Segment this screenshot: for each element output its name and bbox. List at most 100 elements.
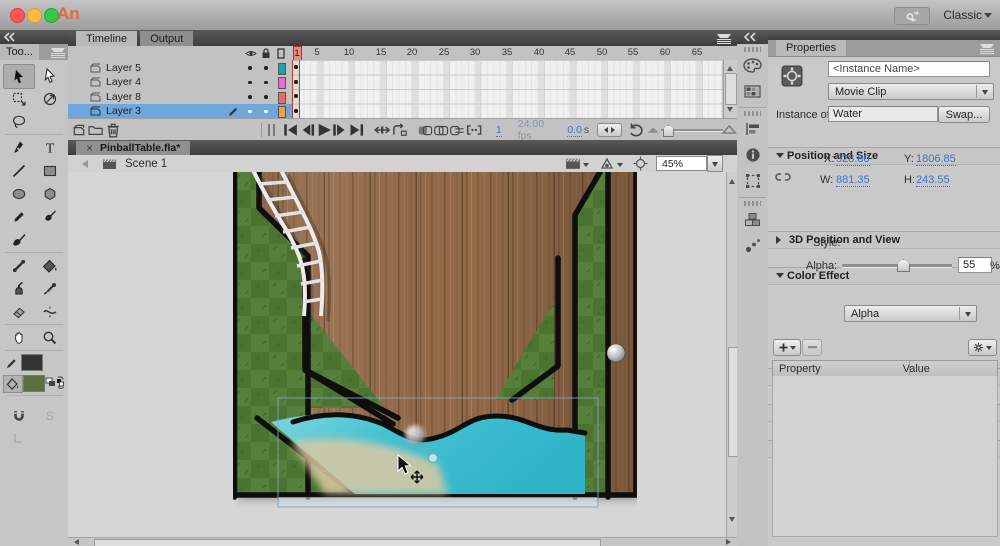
elapsed-time-readout[interactable]: 0.0 [567, 124, 582, 137]
slider-thumb[interactable] [663, 125, 674, 137]
y-value[interactable]: 1806.85 [916, 153, 956, 166]
subselection-tool[interactable] [35, 64, 65, 87]
scroll-thumb[interactable] [725, 73, 737, 105]
new-folder-button[interactable] [88, 122, 104, 138]
scroll-down-arrow-icon[interactable] [729, 517, 735, 525]
instance-name-input[interactable]: <Instance Name> [828, 61, 990, 77]
swap-default-colors-icons[interactable] [45, 376, 65, 392]
fill-color-swatch[interactable] [23, 375, 45, 392]
keyframe-dot[interactable] [294, 65, 298, 69]
close-window-button[interactable] [10, 8, 25, 23]
layer-row[interactable]: Layer 8 [68, 90, 292, 105]
scroll-up-arrow-icon[interactable] [727, 63, 733, 71]
layer-row[interactable]: Layer 4 [68, 75, 292, 90]
gradient-transform-tool[interactable] [34, 87, 65, 110]
tools-panel-collapse-bar[interactable] [0, 30, 68, 44]
show-all-layers-as-outlines-icon[interactable] [277, 48, 285, 59]
symbol-type-select[interactable]: Movie Clip [828, 83, 994, 100]
new-layer-button[interactable] [72, 122, 88, 138]
eyedropper-tool[interactable] [34, 277, 65, 300]
rectangle-tool[interactable] [34, 159, 65, 182]
pinball-shooter-lane[interactable] [607, 344, 625, 362]
go-to-last-frame-button[interactable] [348, 122, 364, 138]
x-value[interactable]: 528.80 [836, 153, 870, 166]
layer-visible-dot[interactable] [248, 81, 252, 85]
layer-lock-dot[interactable] [264, 110, 268, 114]
pinball-table-artwork[interactable] [233, 172, 637, 512]
edit-symbols-button[interactable] [599, 157, 615, 171]
stage-zoom-dropdown-button[interactable] [707, 155, 723, 172]
play-button[interactable] [316, 122, 332, 138]
layer-row[interactable]: Layer 5 [68, 61, 292, 76]
center-frame-button[interactable] [374, 122, 390, 138]
workspace-selector[interactable]: Classic [943, 8, 982, 22]
alpha-value-input[interactable]: 55 [958, 257, 992, 273]
layer-visible-dot[interactable] [248, 110, 252, 114]
current-frame-readout[interactable]: 1 [496, 124, 502, 137]
layer-visible-dot[interactable] [248, 95, 252, 99]
timeline-panel-menu-icon[interactable] [717, 33, 731, 43]
keyframe-dot[interactable] [294, 80, 298, 84]
frame-grid[interactable] [292, 60, 722, 118]
style-select[interactable]: Alpha [844, 305, 977, 322]
properties-panel-menu-icon[interactable] [980, 43, 994, 53]
remove-filter-button[interactable] [802, 339, 822, 356]
swatches-panel-icon[interactable] [737, 78, 768, 104]
stroke-color-swatch[interactable] [21, 354, 43, 371]
layer-lock-dot[interactable] [264, 66, 268, 70]
stage-zoom-value[interactable]: 45% [656, 156, 707, 171]
value-column-header[interactable]: Value [903, 363, 930, 375]
info-panel-icon[interactable] [737, 142, 768, 168]
edit-scene-button[interactable] [565, 157, 581, 170]
workspace-switcher-icon[interactable] [894, 7, 930, 25]
scroll-left-arrow-icon[interactable] [71, 539, 79, 545]
minimize-window-button[interactable] [27, 8, 42, 23]
reset-timeline-zoom-button[interactable] [628, 122, 644, 138]
tab-output[interactable]: Output [140, 31, 193, 46]
stage-horizontal-scrollbar[interactable] [68, 537, 737, 546]
zoom-tool[interactable] [34, 326, 65, 349]
scroll-down-arrow-icon[interactable] [727, 107, 733, 115]
tools-tab[interactable]: Too... [0, 44, 39, 60]
close-document-icon[interactable]: × [86, 141, 93, 155]
zoom-in-frames-icon[interactable] [721, 122, 737, 138]
dock-collapse-bar[interactable] [737, 30, 768, 44]
align-panel-icon[interactable] [737, 116, 768, 142]
selection-tool[interactable] [3, 64, 35, 89]
scene-name[interactable]: Scene 1 [125, 158, 167, 170]
show-hide-all-layers-icon[interactable] [245, 49, 257, 58]
link-width-height-icon[interactable] [774, 170, 792, 184]
pen-tool[interactable] [3, 136, 34, 159]
layer-visible-dot[interactable] [248, 66, 252, 70]
delete-layer-button[interactable] [105, 122, 121, 138]
tools-panel-menu-icon[interactable] [51, 47, 65, 57]
motion-presets-panel-icon[interactable] [737, 232, 768, 258]
pinball-in-water[interactable] [405, 425, 425, 445]
snap-to-objects-toggle[interactable] [3, 404, 34, 427]
scroll-right-arrow-icon[interactable] [726, 539, 734, 545]
onion-skin-button[interactable] [417, 122, 433, 138]
layer-row-selected[interactable]: Layer 3 [68, 104, 292, 119]
instance-of-value[interactable]: Water [828, 106, 938, 122]
edit-multiple-frames-button[interactable] [449, 122, 465, 138]
scroll-thumb[interactable] [94, 539, 601, 546]
section-position-and-size[interactable]: Position and Size [768, 147, 1000, 165]
timeline-ruler[interactable]: 5 10 15 20 25 30 35 40 45 50 55 60 65 1 [292, 46, 722, 61]
free-transform-tool[interactable] [3, 87, 34, 110]
classic-brush-tool[interactable] [34, 205, 65, 228]
layer-lock-dot[interactable] [264, 95, 268, 99]
document-tab[interactable]: × PinballTable.fla* [76, 141, 190, 155]
keyframe-dot[interactable] [294, 94, 298, 98]
h-value[interactable]: 243.55 [916, 174, 950, 187]
modify-markers-button[interactable] [466, 122, 482, 138]
timeline-zoom-slider[interactable] [661, 124, 721, 136]
polystar-tool[interactable] [34, 182, 65, 205]
stage-pasteboard[interactable] [68, 172, 737, 537]
layer-outline-color[interactable] [278, 92, 286, 104]
layer-outline-color[interactable] [278, 63, 286, 75]
paint-bucket-tool[interactable] [34, 254, 65, 277]
eraser-tool[interactable] [3, 300, 34, 323]
step-back-button[interactable] [299, 122, 315, 138]
onion-skin-outlines-button[interactable] [433, 122, 449, 138]
lock-unlock-all-layers-icon[interactable] [261, 48, 271, 59]
